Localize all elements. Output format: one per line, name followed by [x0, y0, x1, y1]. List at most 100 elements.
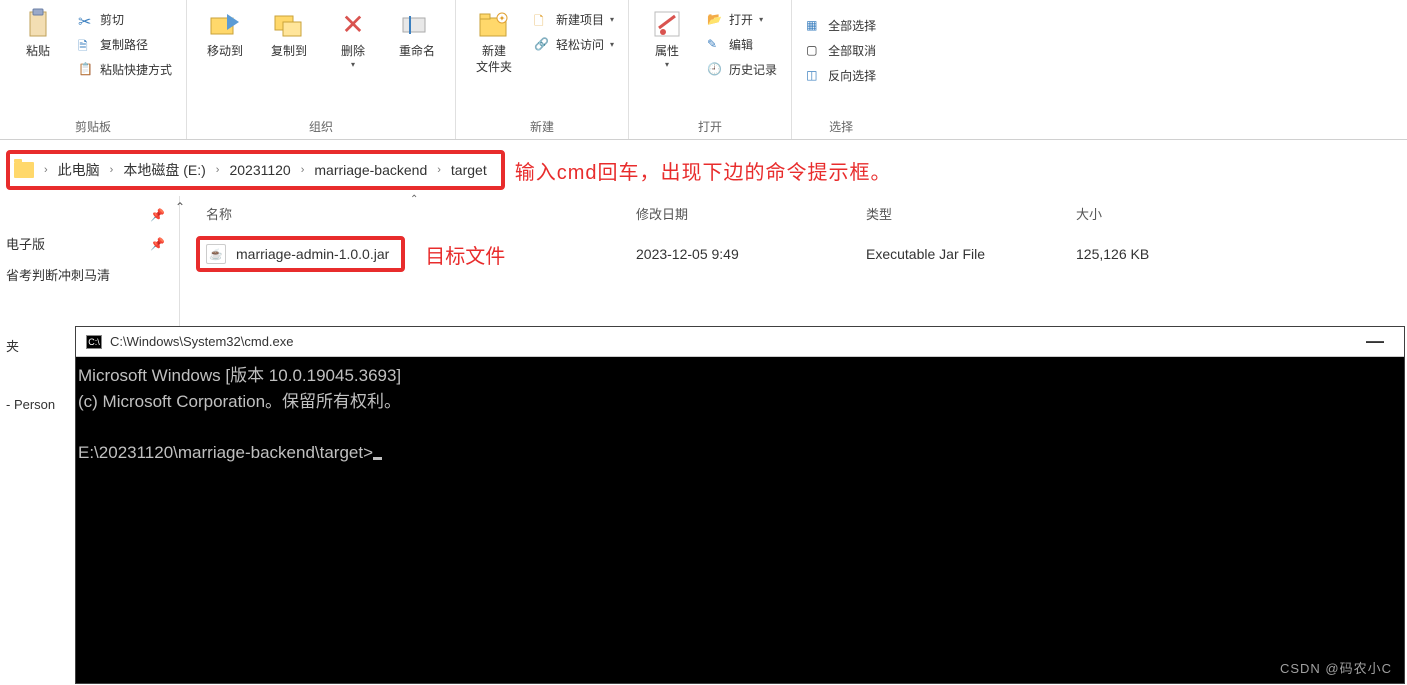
annotation-target-file: 目标文件	[425, 240, 505, 269]
nav-label: 省考判断冲刺马清	[6, 265, 110, 284]
quick-access-item[interactable]: 📌	[0, 202, 179, 228]
cmd-title-text: C:\Windows\System32\cmd.exe	[110, 334, 294, 349]
annotation-address: 输入cmd回车，出现下边的命令提示框。	[515, 156, 892, 185]
organize-group-label: 组织	[195, 116, 447, 137]
nav-item-exam[interactable]: 省考判断冲刺马清	[0, 259, 179, 290]
cmd-icon: C:\	[86, 335, 102, 349]
minimize-button[interactable]: —	[1356, 331, 1394, 352]
new-folder-button[interactable]: ✦ 新建 文件夹	[464, 4, 524, 79]
cursor-icon	[373, 457, 382, 460]
easy-access-button[interactable]: 🔗轻松访问 ▾	[528, 33, 620, 56]
select-group-label: 选择	[800, 116, 882, 137]
cmd-output-line: (c) Microsoft Corporation。保留所有权利。	[78, 389, 1402, 415]
column-type[interactable]: 类型	[866, 204, 1076, 223]
edit-button[interactable]: ✎编辑	[701, 33, 783, 56]
select-all-label: 全部选择	[828, 17, 876, 34]
address-bar[interactable]: › 此电脑 › 本地磁盘 (E:) › 20231120 › marriage-…	[6, 150, 505, 190]
watermark: CSDN @码农小C	[1280, 658, 1392, 677]
column-size[interactable]: 大小	[1076, 204, 1226, 223]
column-date[interactable]: 修改日期	[636, 204, 866, 223]
move-to-label: 移动到	[207, 44, 243, 60]
ribbon-group-select: ▦ 全部选择 ▢全部取消 ◫ 反向选择 选择	[792, 0, 890, 139]
file-name: marriage-admin-1.0.0.jar	[236, 246, 389, 262]
sort-indicator-icon: ⌃	[410, 194, 418, 205]
nav-label: 夹	[6, 336, 19, 355]
open-button[interactable]: 📂打开 ▾	[701, 8, 783, 31]
file-size: 125,126 KB	[1076, 246, 1226, 262]
invert-selection-button[interactable]: ◫ 反向选择	[800, 64, 882, 87]
crumb-drive-e[interactable]: 本地磁盘 (E:)	[119, 160, 209, 180]
move-to-button[interactable]: 移动到	[195, 4, 255, 64]
scissors-icon: ✂	[78, 12, 94, 28]
select-all-button[interactable]: ▦ 全部选择	[800, 14, 882, 37]
cmd-body[interactable]: Microsoft Windows [版本 10.0.19045.3693] (…	[76, 357, 1404, 471]
new-folder-label: 新建 文件夹	[476, 44, 512, 75]
file-row[interactable]: ☕ marriage-admin-1.0.0.jar 目标文件 2023-12-…	[196, 232, 1407, 276]
copy-path-button[interactable]: 🗎 复制路径	[72, 33, 178, 56]
cmd-titlebar[interactable]: C:\ C:\Windows\System32\cmd.exe —	[76, 327, 1404, 357]
delete-button[interactable]: ✕ 删除 ▾	[323, 4, 383, 73]
new-item-button[interactable]: 🗋新建项目 ▾	[528, 8, 620, 31]
ribbon: 粘贴 ✂ 剪切 🗎 复制路径 📋 粘贴快捷方式 剪贴板 移动到 复制到 ✕ 删除	[0, 0, 1407, 140]
copy-to-button[interactable]: 复制到	[259, 4, 319, 64]
chevron-right-icon: ›	[108, 164, 116, 176]
clipboard-group-label: 剪贴板	[8, 116, 178, 137]
ribbon-group-open: 属性 ▾ 📂打开 ▾ ✎编辑 🕘历史记录 打开	[629, 0, 792, 139]
svg-text:✦: ✦	[499, 14, 506, 23]
file-date: 2023-12-05 9:49	[636, 246, 866, 262]
paste-label: 粘贴	[26, 44, 50, 60]
paste-shortcut-button[interactable]: 📋 粘贴快捷方式	[72, 58, 178, 81]
cut-button[interactable]: ✂ 剪切	[72, 8, 178, 31]
paste-shortcut-icon: 📋	[78, 62, 94, 78]
chevron-right-icon: ›	[435, 164, 443, 176]
properties-label: 属性	[655, 44, 679, 60]
cut-label: 剪切	[100, 11, 124, 28]
address-bar-row: › 此电脑 › 本地磁盘 (E:) › 20231120 › marriage-…	[0, 140, 1407, 196]
delete-label: 删除	[341, 44, 365, 60]
edit-label: 编辑	[729, 36, 753, 53]
history-button[interactable]: 🕘 历史记录	[701, 58, 783, 81]
cmd-prompt: E:\20231120\marriage-backend\target>	[78, 440, 1402, 466]
cmd-window: C:\ C:\Windows\System32\cmd.exe — Micros…	[75, 326, 1405, 684]
column-headers: 名称 修改日期 类型 大小	[196, 196, 1407, 232]
ribbon-group-organize: 移动到 复制到 ✕ 删除 ▾ 重命名 组织	[187, 0, 456, 139]
invert-label: 反向选择	[828, 67, 876, 84]
ribbon-group-new: ✦ 新建 文件夹 🗋新建项目 ▾ 🔗轻松访问 ▾ 新建	[456, 0, 629, 139]
rename-button[interactable]: 重命名	[387, 4, 447, 64]
invert-icon: ◫	[806, 68, 822, 84]
delete-icon: ✕	[337, 8, 369, 40]
cmd-output-line: Microsoft Windows [版本 10.0.19045.3693]	[78, 363, 1402, 389]
pin-icon: 📌	[150, 208, 165, 222]
paste-shortcut-label: 粘贴快捷方式	[100, 61, 172, 78]
new-group-label: 新建	[464, 116, 620, 137]
open-group-label: 打开	[637, 116, 783, 137]
crumb-20231120[interactable]: 20231120	[225, 162, 294, 178]
new-item-icon: 🗋	[534, 12, 550, 28]
column-name[interactable]: 名称	[196, 204, 636, 223]
history-label: 历史记录	[729, 61, 777, 78]
open-label: 打开	[729, 11, 753, 28]
pin-icon: 📌	[150, 237, 165, 251]
chevron-right-icon: ›	[42, 164, 50, 176]
crumb-this-pc[interactable]: 此电脑	[54, 160, 104, 180]
open-icon: 📂	[707, 12, 723, 28]
new-item-label: 新建项目	[556, 11, 604, 28]
select-none-button[interactable]: ▢全部取消	[800, 39, 882, 62]
copy-path-icon: 🗎	[78, 37, 94, 53]
rename-label: 重命名	[399, 44, 435, 60]
select-all-icon: ▦	[806, 18, 822, 34]
copy-path-label: 复制路径	[100, 36, 148, 53]
select-none-label: 全部取消	[828, 42, 876, 59]
jar-file-icon: ☕	[206, 244, 226, 264]
crumb-target[interactable]: target	[447, 162, 491, 178]
copy-to-label: 复制到	[271, 44, 307, 60]
chevron-right-icon: ›	[299, 164, 307, 176]
history-icon: 🕘	[707, 62, 723, 78]
easy-access-icon: 🔗	[534, 37, 550, 53]
paste-button[interactable]: 粘贴	[8, 4, 68, 64]
nav-item-ebook[interactable]: 电子版 📌	[0, 228, 179, 259]
nav-label: 电子版	[6, 234, 45, 253]
file-highlight-box: ☕ marriage-admin-1.0.0.jar	[196, 236, 405, 272]
crumb-marriage-backend[interactable]: marriage-backend	[310, 162, 431, 178]
properties-button[interactable]: 属性 ▾	[637, 4, 697, 73]
